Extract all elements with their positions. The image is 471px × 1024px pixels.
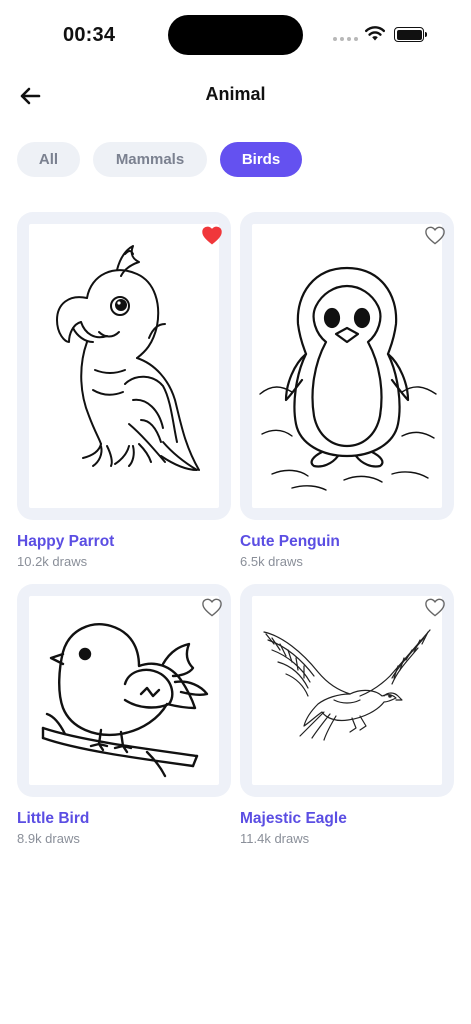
card-cute-penguin[interactable]: Cute Penguin 6.5k draws [240,212,454,569]
favorite-button[interactable] [422,594,448,620]
card-title: Little Bird [17,810,90,827]
card-little-bird[interactable]: Little Bird 8.9k draws [17,584,231,846]
category-chips: All Mammals Birds [17,142,302,177]
favorite-button[interactable] [199,222,225,248]
chip-all[interactable]: All [17,142,80,177]
status-bar: 00:34 [0,0,471,70]
heart-icon [202,226,222,245]
page-title: Animal [205,84,266,104]
card-majestic-eagle[interactable]: Majestic Eagle 11.4k draws [240,584,454,846]
parrot-illustration [29,224,219,508]
card-title: Happy Parrot [17,533,115,550]
card-draw-count: 8.9k draws [17,831,80,846]
heart-icon [425,226,445,245]
header: Animal [0,70,471,122]
card-thumbnail-frame [17,584,231,797]
eagle-illustration [252,596,442,785]
card-thumbnail-frame [240,584,454,797]
card-happy-parrot[interactable]: Happy Parrot 10.2k draws [17,212,231,569]
little-bird-illustration [29,596,219,785]
card-draw-count: 10.2k draws [17,554,88,569]
chip-mammals[interactable]: Mammals [93,142,207,177]
card-thumbnail-frame [17,212,231,520]
battery-icon [394,27,427,42]
heart-icon [202,598,222,617]
card-thumbnail-frame [240,212,454,520]
favorite-button[interactable] [199,594,225,620]
card-title: Majestic Eagle [240,810,347,827]
card-title: Cute Penguin [240,533,340,550]
signal-dots-icon [333,37,358,41]
favorite-button[interactable] [422,222,448,248]
card-draw-count: 6.5k draws [240,554,303,569]
card-draw-count: 11.4k draws [240,831,310,846]
heart-icon [425,598,445,617]
chip-birds[interactable]: Birds [220,142,302,177]
status-time: 00:34 [63,24,116,46]
wifi-icon [364,24,386,47]
penguin-illustration [252,224,442,508]
dynamic-island [168,15,303,55]
